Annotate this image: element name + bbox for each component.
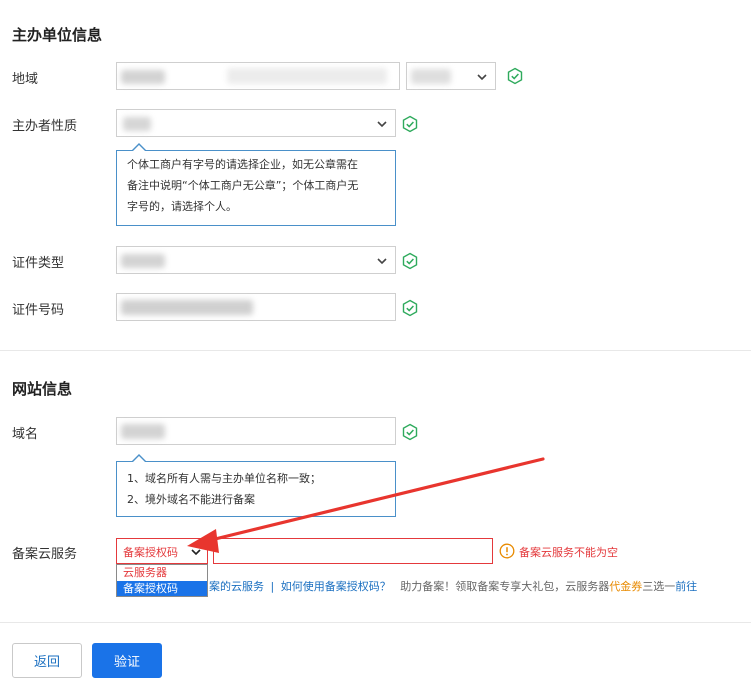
domain-tooltip: 1、域名所有人需与主办单位名称一致； 2、境外域名不能进行备案 xyxy=(116,454,396,517)
id-number-input[interactable] xyxy=(116,293,396,321)
back-button[interactable]: 返回 xyxy=(12,643,82,678)
cloud-service-selected-value: 备案授权码 xyxy=(123,546,178,559)
id-type-select[interactable] xyxy=(116,246,396,274)
help-separator: | xyxy=(270,580,275,593)
cloud-service-error-text: 备案云服务不能为空 xyxy=(519,546,618,559)
tip-line: 备注中说明“个体工商户无公章”；个体工商户无 xyxy=(127,179,359,192)
how-to-use-auth-code-link[interactable]: 如何使用备案授权码？ xyxy=(281,580,391,593)
sponsor-section-title: 主办单位信息 xyxy=(12,26,103,44)
tip-line: 字号的，请选择个人。 xyxy=(127,200,237,213)
sponsor-type-select[interactable] xyxy=(116,109,396,137)
go-link[interactable]: 前往 xyxy=(675,580,697,593)
chevron-down-icon xyxy=(191,549,201,556)
dropdown-option-auth-code[interactable]: 备案授权码 xyxy=(117,581,207,596)
domain-valid-check-icon xyxy=(402,423,418,441)
promo-text: 助力备案！领取备案专享大礼包，云服务器 xyxy=(400,580,610,593)
tip-line: 2、境外域名不能进行备案 xyxy=(127,493,255,506)
id-type-valid-check-icon xyxy=(402,252,418,270)
verify-button[interactable]: 验证 xyxy=(92,643,162,678)
chevron-down-icon xyxy=(377,258,387,265)
domain-input[interactable] xyxy=(116,417,396,445)
tip-line: 1、域名所有人需与主办单位名称一致； xyxy=(127,472,321,485)
id-type-label: 证件类型 xyxy=(12,256,65,271)
website-section-title: 网站信息 xyxy=(12,380,73,398)
error-icon xyxy=(499,543,515,559)
cloud-service-select[interactable]: 备案授权码 xyxy=(116,538,208,564)
promo-highlight: 代金券 xyxy=(609,580,643,593)
region-valid-check-icon xyxy=(507,67,523,85)
section-divider xyxy=(0,350,751,351)
chevron-down-icon xyxy=(377,121,387,128)
tip-line: 个体工商户有字号的请选择企业，如无公章需在 xyxy=(127,158,358,171)
region-city-select[interactable] xyxy=(406,62,496,90)
sponsor-type-label: 主办者性质 xyxy=(12,119,78,134)
cloud-service-label: 备案云服务 xyxy=(12,547,78,562)
id-number-valid-check-icon xyxy=(402,299,418,317)
sponsor-type-tooltip: 个体工商户有字号的请选择企业，如无公章需在 备注中说明“个体工商户无公章”；个体… xyxy=(116,143,396,226)
region-label: 地域 xyxy=(12,72,39,87)
sponsor-type-valid-check-icon xyxy=(402,115,418,133)
cloud-service-dropdown: 云服务器 备案授权码 xyxy=(116,564,208,597)
dropdown-option-cloud-server[interactable]: 云服务器 xyxy=(117,565,207,580)
chevron-down-icon xyxy=(477,74,487,81)
cloud-service-code-input[interactable] xyxy=(213,538,493,564)
cloud-service-help-line: 案的云服务 | 如何使用备案授权码？ 助力备案！领取备案专享大礼包，云服务器代金… xyxy=(209,578,697,594)
id-number-label: 证件号码 xyxy=(12,303,65,318)
help-prefix[interactable]: 案的云服务 xyxy=(209,580,264,593)
promo-suffix: 三选一 xyxy=(642,580,676,593)
domain-label: 域名 xyxy=(12,427,39,442)
footer-divider xyxy=(0,622,751,623)
region-province-select[interactable] xyxy=(116,62,400,90)
